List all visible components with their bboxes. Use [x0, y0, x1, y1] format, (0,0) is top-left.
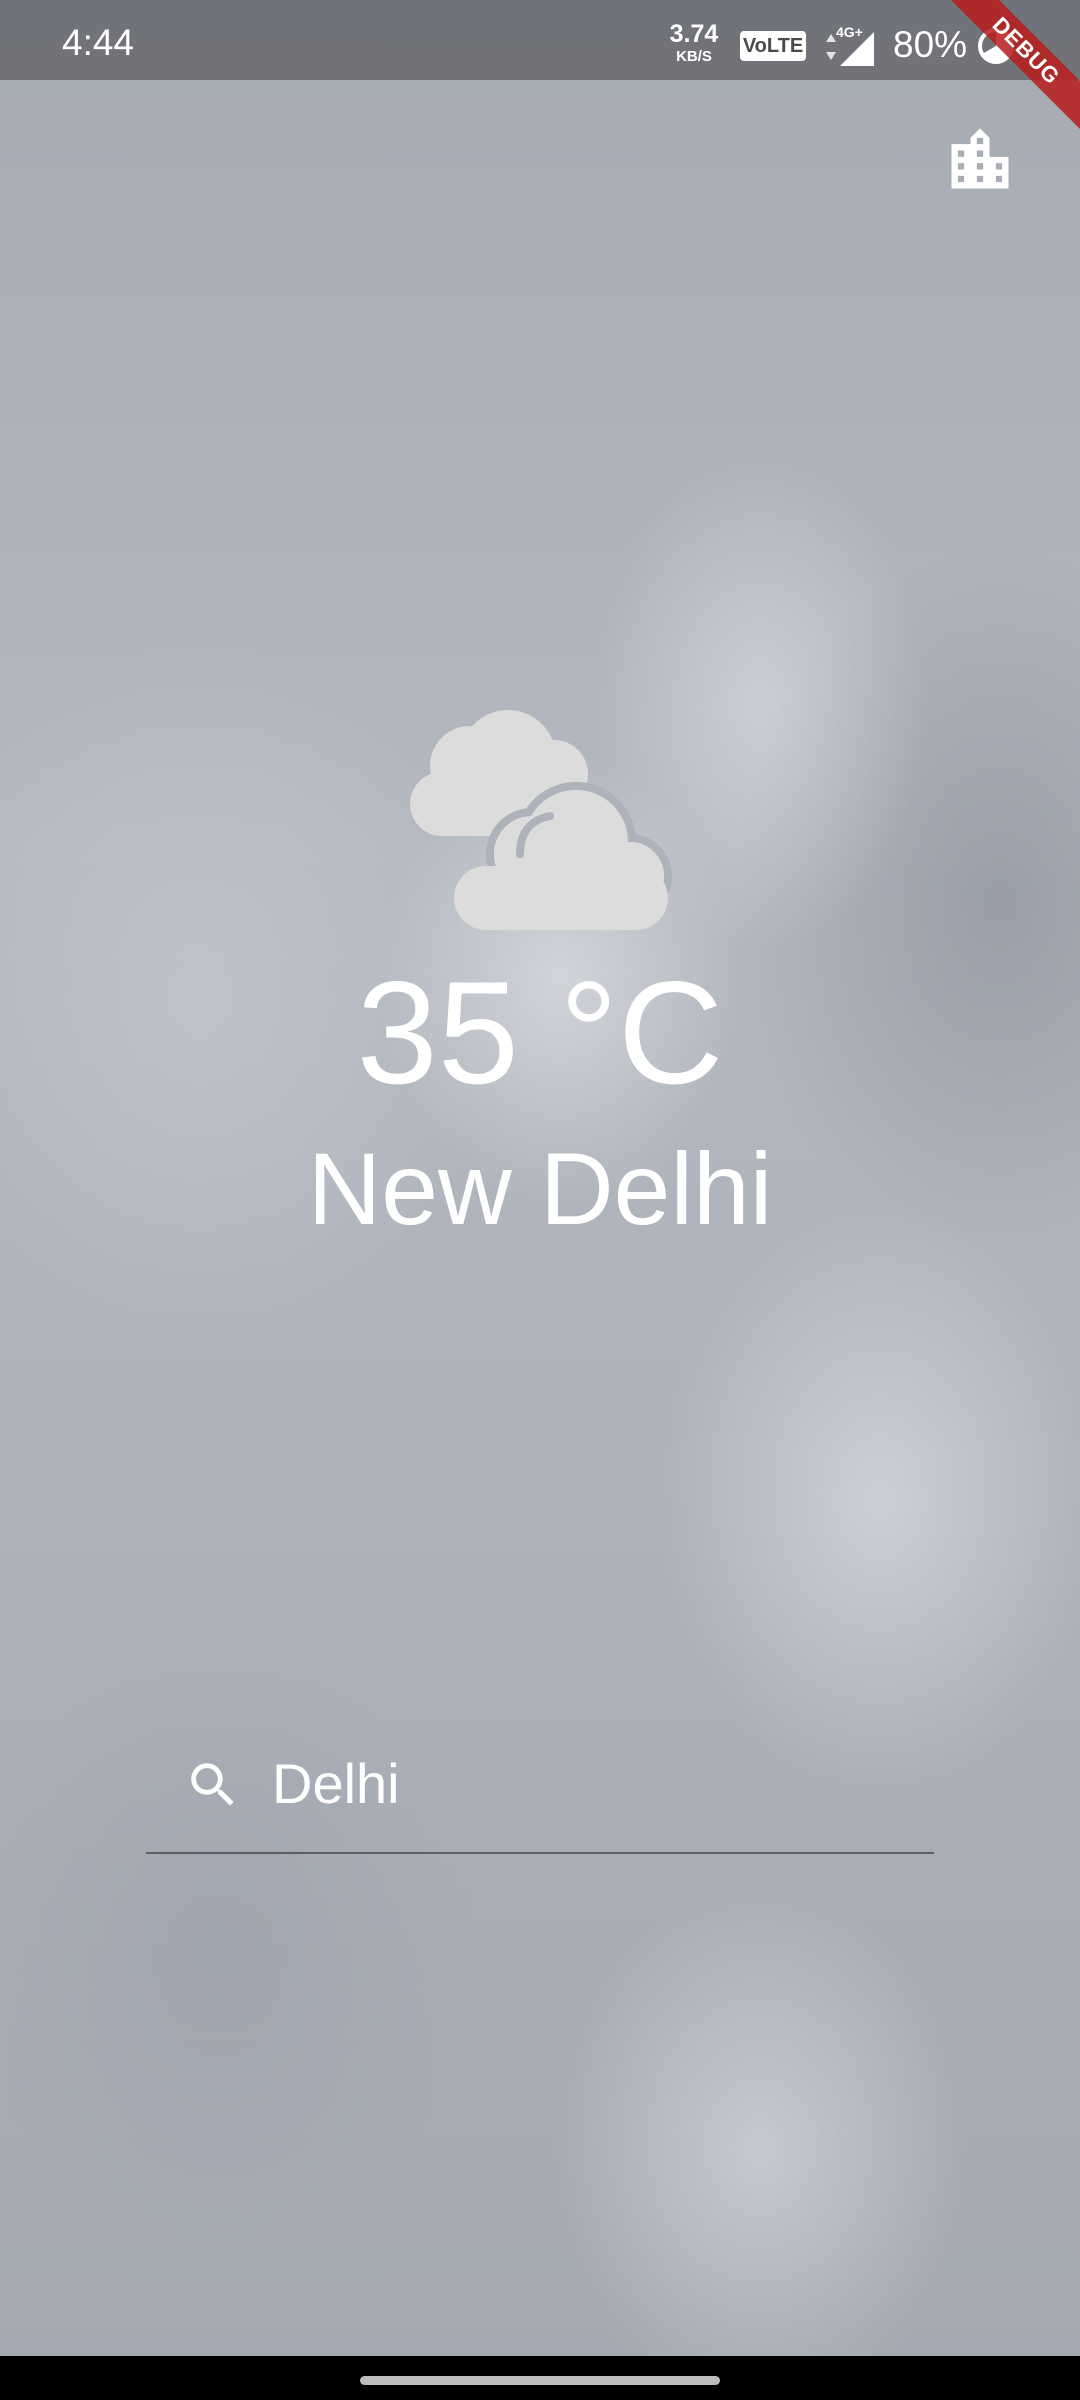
volte-badge: VoLTE: [740, 31, 806, 61]
navigation-bar: [0, 2356, 1080, 2400]
network-speed-value: 3.74: [669, 20, 719, 48]
status-time: 4:44: [62, 22, 135, 63]
search-icon: [191, 1763, 234, 1806]
city-search-input[interactable]: [272, 1748, 912, 1818]
city-select-button[interactable]: [930, 110, 1030, 210]
cloudy-icon: [410, 710, 672, 930]
network-type: 4G+: [836, 24, 863, 40]
weather-screen: 4:44 3.74 KB/S VoLTE 4G+ 80% DEBUG 35 °C…: [0, 0, 1080, 2400]
status-bar: 4:44 3.74 KB/S VoLTE 4G+ 80%: [0, 0, 1080, 80]
city-search-field[interactable]: [146, 1720, 934, 1854]
network-speed: 3.74 KB/S: [664, 20, 724, 65]
temperature-value: 35 °C: [356, 951, 724, 1114]
city-name: New Delhi: [307, 1132, 773, 1246]
network-speed-unit: KB/S: [676, 48, 712, 65]
city-buildings-icon: [951, 128, 1009, 189]
home-gesture-handle[interactable]: [360, 2376, 720, 2385]
